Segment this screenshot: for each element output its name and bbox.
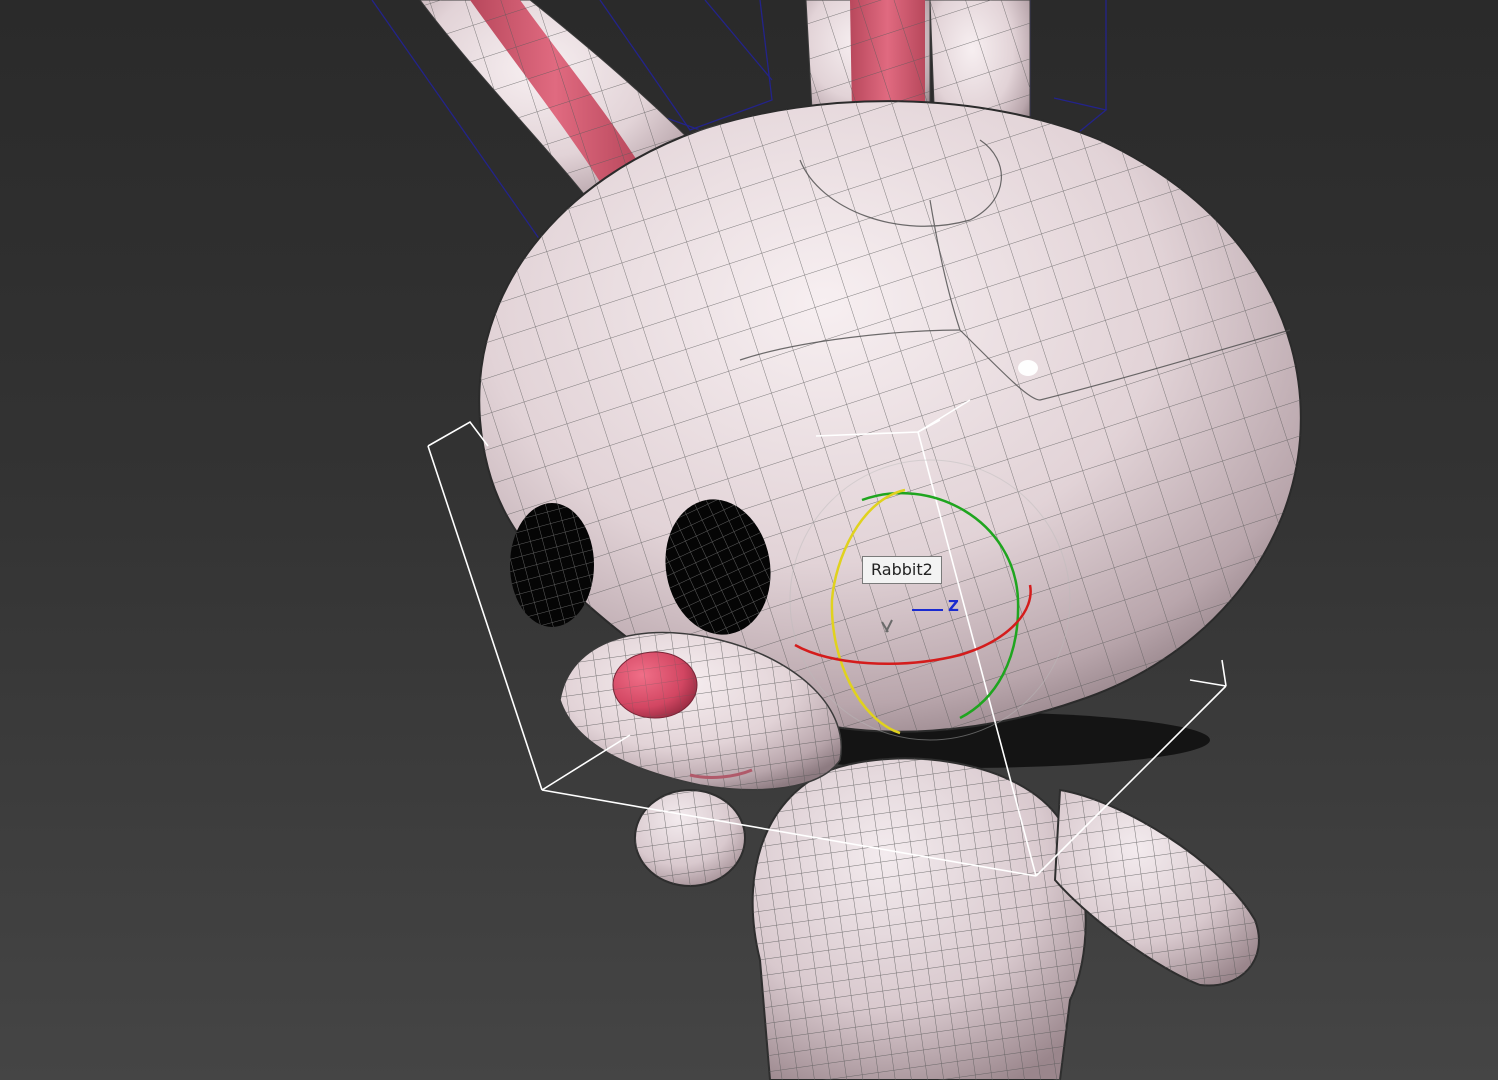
left-arm[interactable] xyxy=(634,789,746,887)
object-name-tooltip: Rabbit2 xyxy=(862,556,942,584)
left-eye[interactable] xyxy=(510,503,594,627)
head[interactable] xyxy=(478,100,1302,733)
perspective-viewport[interactable]: Rabbit2 Z xyxy=(0,0,1498,1080)
nose[interactable] xyxy=(612,651,698,719)
body[interactable] xyxy=(751,757,1087,1080)
gizmo-z-axis-label: Z xyxy=(948,597,959,615)
right-arm[interactable] xyxy=(1053,788,1260,987)
scene-canvas[interactable] xyxy=(0,0,1498,1080)
